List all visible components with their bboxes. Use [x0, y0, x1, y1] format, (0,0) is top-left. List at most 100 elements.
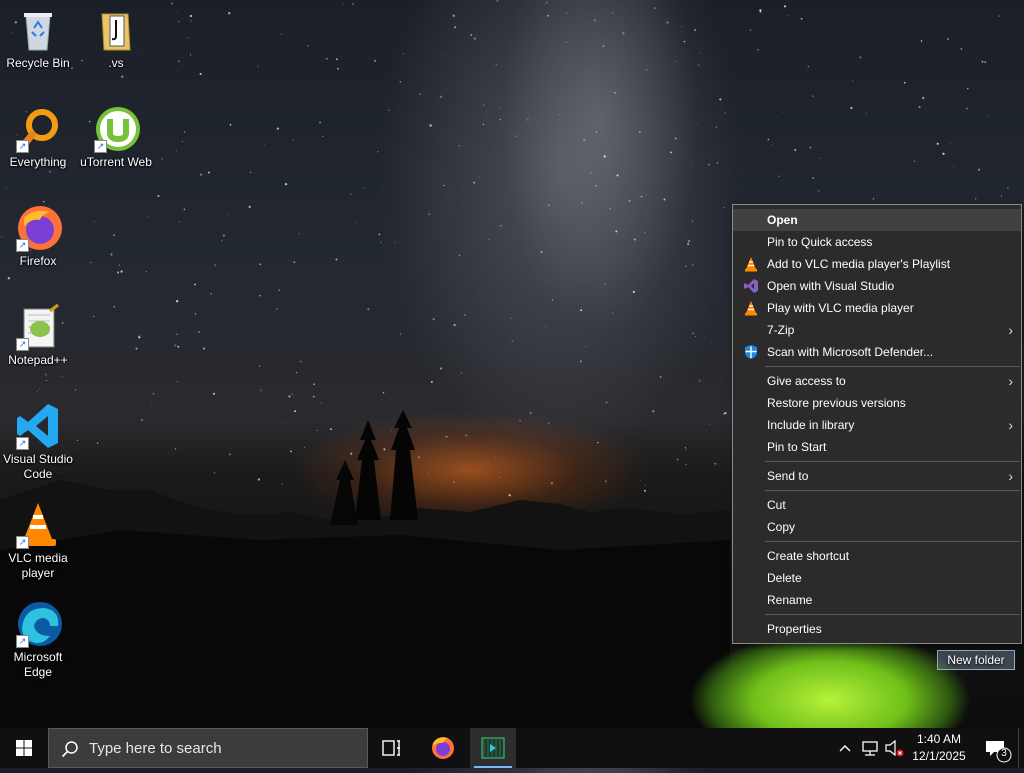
desktop-icon-vlc[interactable]: ↗ VLC media player: [0, 501, 76, 581]
menu-item-play-vlc[interactable]: Play with VLC media player: [733, 297, 1021, 319]
star: [566, 12, 568, 14]
network-tray-button[interactable]: [858, 728, 882, 768]
star: [190, 54, 192, 56]
star: [44, 373, 47, 376]
star: [913, 160, 916, 163]
taskbar: Type here to search 1:40 AM 12/1/2025 3: [0, 728, 1024, 768]
star: [48, 170, 52, 173]
star: [248, 205, 251, 209]
menu-item-scan-defender[interactable]: Scan with Microsoft Defender...: [733, 341, 1021, 363]
star: [118, 264, 121, 266]
star: [460, 372, 463, 375]
star: [350, 193, 352, 195]
star: [260, 389, 262, 392]
menu-item-pin-quick-access[interactable]: Pin to Quick access: [733, 231, 1021, 253]
star: [482, 104, 485, 107]
clock-date: 12/1/2025: [912, 749, 966, 763]
star: [402, 52, 405, 55]
star: [809, 146, 812, 149]
new-folder-selected-icon[interactable]: New folder: [937, 650, 1015, 670]
menu-item-give-access[interactable]: Give access to ›: [733, 370, 1021, 392]
star: [654, 7, 656, 9]
star: [174, 344, 177, 347]
desktop-icon-firefox[interactable]: ↗ Firefox: [0, 204, 76, 269]
menu-item-label: Pin to Start: [767, 440, 827, 454]
menu-separator: [765, 461, 1020, 462]
desktop-icon-vs-folder[interactable]: .vs: [78, 6, 154, 71]
desktop-icon-notepad-plus-plus[interactable]: ↗ Notepad++: [0, 303, 76, 368]
star: [470, 34, 473, 36]
menu-item-add-vlc-playlist[interactable]: Add to VLC media player's Playlist: [733, 253, 1021, 275]
search-icon: [61, 741, 78, 758]
action-center-button[interactable]: 3: [978, 728, 1018, 768]
star: [473, 181, 476, 184]
menu-item-rename[interactable]: Rename: [733, 589, 1021, 611]
search-placeholder: Type here to search: [89, 740, 222, 757]
show-desktop-button[interactable]: [1018, 728, 1024, 768]
star: [299, 360, 302, 363]
menu-item-label: Open with Visual Studio: [767, 279, 895, 293]
menu-item-open[interactable]: Open: [733, 209, 1021, 231]
star: [432, 213, 434, 214]
menu-item-create-shortcut[interactable]: Create shortcut: [733, 545, 1021, 567]
star: [157, 195, 160, 198]
volume-tray-button[interactable]: [882, 728, 906, 768]
star: [817, 189, 820, 193]
taskbar-clock[interactable]: 1:40 AM 12/1/2025: [906, 731, 972, 765]
show-hidden-icons-button[interactable]: [832, 728, 858, 768]
star: [276, 308, 278, 310]
star: [293, 130, 295, 131]
task-view-button[interactable]: [368, 728, 414, 768]
star: [850, 106, 853, 110]
start-button[interactable]: [0, 728, 48, 768]
star: [183, 208, 186, 210]
vscode-icon: ↗: [14, 402, 62, 450]
star: [865, 112, 867, 114]
desktop-icon-label: Visual Studio Code: [3, 452, 73, 481]
desktop-icon-utorrent-web[interactable]: ↗ uTorrent Web: [78, 105, 154, 170]
star: [90, 261, 92, 264]
star: [189, 14, 193, 18]
star: [694, 29, 697, 31]
menu-item-pin-to-start[interactable]: Pin to Start: [733, 436, 1021, 458]
chevron-right-icon: ›: [1008, 373, 1013, 389]
menu-item-open-visual-studio[interactable]: Open with Visual Studio: [733, 275, 1021, 297]
menu-item-label: Scan with Microsoft Defender...: [767, 345, 934, 359]
star: [74, 389, 77, 391]
menu-item-send-to[interactable]: Send to ›: [733, 465, 1021, 487]
vlc-icon: [743, 256, 759, 272]
taskbar-terminal-app[interactable]: [470, 728, 516, 768]
star: [429, 124, 432, 127]
taskbar-search-box[interactable]: Type here to search: [48, 728, 368, 768]
menu-item-cut[interactable]: Cut: [733, 494, 1021, 516]
taskbar-firefox[interactable]: [420, 728, 466, 768]
menu-item-properties[interactable]: Properties: [733, 618, 1021, 640]
star: [743, 171, 744, 173]
star: [147, 216, 150, 218]
star: [45, 380, 47, 381]
menu-item-delete[interactable]: Delete: [733, 567, 1021, 589]
visual-studio-icon: [743, 278, 759, 294]
menu-item-restore-previous-versions[interactable]: Restore previous versions: [733, 392, 1021, 414]
star: [615, 230, 618, 233]
menu-item-copy[interactable]: Copy: [733, 516, 1021, 538]
notification-icon: [986, 741, 1012, 763]
menu-item-7zip[interactable]: 7-Zip ›: [733, 319, 1021, 341]
menu-item-include-in-library[interactable]: Include in library ›: [733, 414, 1021, 436]
star: [335, 58, 338, 61]
star: [593, 19, 596, 22]
desktop-icon-vscode[interactable]: ↗ Visual Studio Code: [0, 402, 76, 482]
star: [43, 201, 45, 203]
chevron-right-icon: ›: [1008, 322, 1013, 338]
star: [145, 271, 147, 273]
star: [177, 345, 180, 348]
star: [259, 365, 261, 367]
desktop-icon-microsoft-edge[interactable]: ↗ Microsoft Edge: [0, 600, 76, 680]
star: [113, 305, 116, 308]
star: [428, 213, 431, 216]
desktop-icon-everything[interactable]: ↗ Everything: [0, 105, 76, 170]
star: [859, 56, 862, 59]
star: [819, 157, 822, 160]
desktop-icon-recycle-bin[interactable]: Recycle Bin: [0, 6, 76, 71]
star: [380, 241, 382, 244]
